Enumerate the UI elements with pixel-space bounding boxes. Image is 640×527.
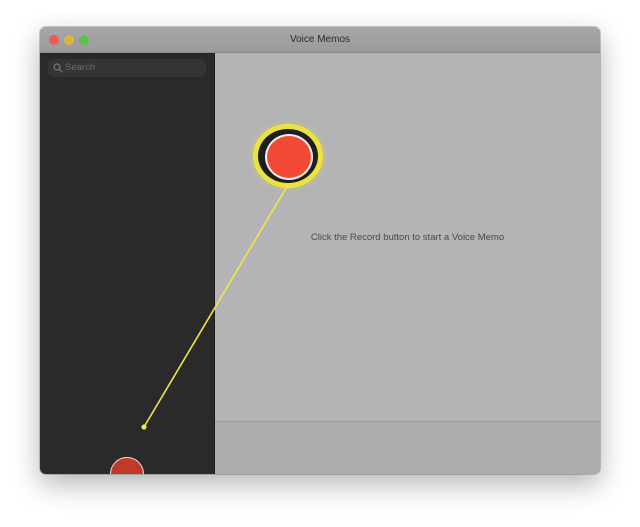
sidebar: Search [40,53,215,474]
main-content-area: Click the Record button to start a Voice… [215,53,600,421]
empty-state-message: Click the Record button to start a Voice… [310,232,505,243]
window-title: Voice Memos [289,34,351,45]
sidebar-record-button[interactable] [110,457,144,474]
search-icon [53,63,63,73]
title-bar: Voice Memos [40,27,600,53]
record-button[interactable] [265,134,313,180]
search-field[interactable]: Search [48,59,206,77]
search-placeholder: Search [65,62,96,73]
bottom-bar [215,421,600,474]
voice-memos-window: Voice Memos Search Click the Record butt… [40,27,600,474]
